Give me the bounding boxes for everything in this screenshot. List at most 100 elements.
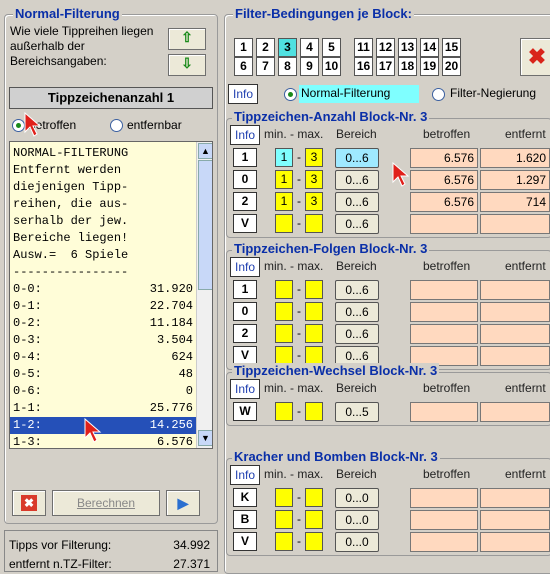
range-button[interactable]: 0...0 xyxy=(335,510,379,530)
max-field[interactable]: 3 xyxy=(305,192,323,211)
max-field[interactable] xyxy=(305,488,323,507)
min-field[interactable] xyxy=(275,402,293,421)
max-field[interactable] xyxy=(305,510,323,529)
row-label-button[interactable]: 1 xyxy=(233,148,257,167)
range-dash: - xyxy=(297,194,301,208)
row-label-button[interactable]: B xyxy=(233,510,257,529)
row-label-button[interactable]: 2 xyxy=(233,192,257,211)
max-field[interactable] xyxy=(305,402,323,421)
min-field[interactable]: 1 xyxy=(275,192,293,211)
block-button-20[interactable]: 20 xyxy=(442,57,461,76)
block-button-9[interactable]: 9 xyxy=(300,57,319,76)
scroll-down-button[interactable]: ▼ xyxy=(198,430,212,446)
description-line: diejenigen Tipp- xyxy=(13,180,129,194)
stats-row[interactable]: 0-3: 3.504 xyxy=(10,332,196,349)
block-button-12[interactable]: 12 xyxy=(376,38,395,57)
range-button[interactable]: 0...6 xyxy=(335,148,379,168)
stats-row[interactable]: 0-6: 0 xyxy=(10,383,196,400)
range-button[interactable]: 0...6 xyxy=(335,302,379,322)
listbox-scrollbar[interactable]: ▲ ▼ xyxy=(196,142,212,448)
block-button-4[interactable]: 4 xyxy=(300,38,319,57)
block-button-17[interactable]: 17 xyxy=(376,57,395,76)
row-label-button[interactable]: W xyxy=(233,402,257,421)
block-button-7[interactable]: 7 xyxy=(256,57,275,76)
max-field[interactable] xyxy=(305,324,323,343)
min-field[interactable]: 1 xyxy=(275,148,293,167)
row-label-button[interactable]: 0 xyxy=(233,302,257,321)
block-button-1[interactable]: 1 xyxy=(234,38,253,57)
block-button-16[interactable]: 16 xyxy=(354,57,373,76)
description-text: NORMAL-FILTERUNG Entfernt werden diejenige… xyxy=(13,145,128,281)
block-button-5[interactable]: 5 xyxy=(322,38,341,57)
close-button[interactable]: ✖ xyxy=(12,490,46,516)
min-field[interactable] xyxy=(275,488,293,507)
row-label-button[interactable]: 2 xyxy=(233,324,257,343)
block-button-13[interactable]: 13 xyxy=(398,38,417,57)
info-button-main[interactable]: Info xyxy=(228,84,258,104)
stats-row[interactable]: 0-5: 48 xyxy=(10,366,196,383)
radio-normal-filter[interactable] xyxy=(284,88,297,101)
stats-row[interactable]: 1-1: 25.776 xyxy=(10,400,196,417)
min-field[interactable]: 1 xyxy=(275,170,293,189)
range-button[interactable]: 0...6 xyxy=(335,324,379,344)
info-button[interactable]: Info xyxy=(230,125,260,145)
block-button-11[interactable]: 11 xyxy=(354,38,373,57)
radio-removable[interactable] xyxy=(110,119,123,132)
max-field[interactable] xyxy=(305,302,323,321)
scroll-up-button[interactable]: ▲ xyxy=(198,143,212,159)
min-field[interactable] xyxy=(275,532,293,551)
block-button-19[interactable]: 19 xyxy=(420,57,439,76)
max-field[interactable]: 3 xyxy=(305,148,323,167)
info-button[interactable]: Info xyxy=(230,465,260,485)
range-header: Bereich xyxy=(336,127,377,141)
range-button[interactable]: 0...6 xyxy=(335,280,379,300)
block-button-8[interactable]: 8 xyxy=(278,57,297,76)
range-button[interactable]: 0...5 xyxy=(335,402,379,422)
range-button[interactable]: 0...0 xyxy=(335,532,379,552)
range-dash: - xyxy=(297,326,301,340)
stats-row[interactable]: 0-2: 11.184 xyxy=(10,315,196,332)
info-button[interactable]: Info xyxy=(230,257,260,277)
block-button-2[interactable]: 2 xyxy=(256,38,275,57)
stats-row[interactable]: 0-0: 31.920 xyxy=(10,281,196,298)
stats-key: 1-3: xyxy=(13,435,42,449)
max-field[interactable] xyxy=(305,280,323,299)
arrow-up-button[interactable]: ⇧ xyxy=(168,28,206,50)
row-label-button[interactable]: V xyxy=(233,532,257,551)
block-button-14[interactable]: 14 xyxy=(420,38,439,57)
block-button-3[interactable]: 3 xyxy=(278,38,297,57)
range-button[interactable]: 0...6 xyxy=(335,192,379,212)
range-button[interactable]: 0...6 xyxy=(335,170,379,190)
calculate-button[interactable]: Berechnen xyxy=(52,490,160,516)
result-listbox[interactable]: NORMAL-FILTERUNG Entfernt werden diejenige… xyxy=(9,141,213,449)
block-button-15[interactable]: 15 xyxy=(442,38,461,57)
min-field[interactable] xyxy=(275,510,293,529)
stats-row[interactable]: 0-1: 22.704 xyxy=(10,298,196,315)
range-button[interactable]: 0...0 xyxy=(335,488,379,508)
next-button[interactable]: ▶ xyxy=(166,490,200,516)
info-button[interactable]: Info xyxy=(230,379,260,399)
row-label-button[interactable]: K xyxy=(233,488,257,507)
affected-value xyxy=(410,488,478,508)
block-button-6[interactable]: 6 xyxy=(234,57,253,76)
min-field[interactable] xyxy=(275,214,293,233)
max-field[interactable] xyxy=(305,214,323,233)
max-field[interactable]: 3 xyxy=(305,170,323,189)
arrow-down-button[interactable]: ⇩ xyxy=(168,54,206,76)
delete-button[interactable]: ✖ xyxy=(520,38,550,76)
min-field[interactable] xyxy=(275,302,293,321)
stats-row[interactable]: 1-3: 6.576 xyxy=(10,434,196,449)
min-field[interactable] xyxy=(275,324,293,343)
row-label-button[interactable]: 0 xyxy=(233,170,257,189)
row-label-button[interactable]: V xyxy=(233,214,257,233)
min-field[interactable] xyxy=(275,280,293,299)
radio-filter-negation[interactable] xyxy=(432,88,445,101)
block-button-10[interactable]: 10 xyxy=(322,57,341,76)
row-label-button[interactable]: 1 xyxy=(233,280,257,299)
stats-row[interactable]: 1-2: 14.256 xyxy=(10,417,196,434)
block-button-18[interactable]: 18 xyxy=(398,57,417,76)
scroll-thumb[interactable] xyxy=(198,160,212,290)
stats-row[interactable]: 0-4: 624 xyxy=(10,349,196,366)
range-button[interactable]: 0...6 xyxy=(335,214,379,234)
max-field[interactable] xyxy=(305,532,323,551)
